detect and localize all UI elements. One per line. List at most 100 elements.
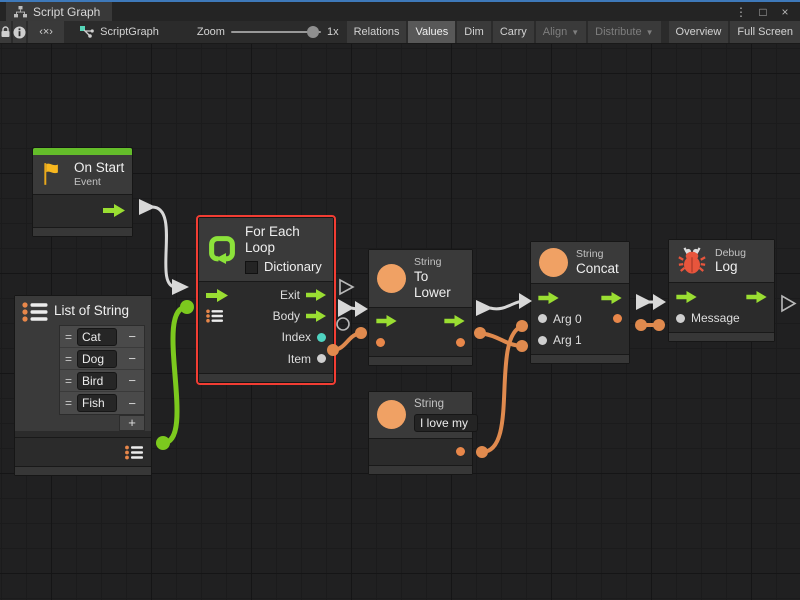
zoom-label: Zoom	[197, 26, 225, 38]
flow-input-port[interactable]	[538, 292, 559, 304]
string-type-icon	[377, 264, 406, 293]
tab-script-graph[interactable]: Script Graph	[6, 2, 112, 21]
list-input-port[interactable]	[206, 309, 224, 323]
string-output-port[interactable]	[456, 338, 465, 347]
window-focus-line	[0, 0, 800, 2]
list-item-input[interactable]	[77, 350, 117, 368]
distribute-dropdown[interactable]: Distribute▼	[588, 21, 660, 43]
drag-handle-icon[interactable]: =	[65, 374, 72, 388]
item-output-port[interactable]	[317, 354, 326, 363]
flow-output-port[interactable]	[103, 204, 125, 217]
port-label-item: Item	[288, 352, 311, 366]
chevron-down-icon: ▼	[571, 28, 579, 37]
arg1-input-port[interactable]	[538, 336, 547, 345]
unity-script-graph-window: Script Graph ⋮ □ × ‹×› ScriptGraph	[0, 0, 800, 600]
lock-button[interactable]	[0, 21, 11, 43]
list-editor: = − = − = − = −	[59, 325, 145, 415]
remove-item-button[interactable]: −	[125, 351, 139, 366]
node-debug-log[interactable]: Debug Log Message	[668, 239, 775, 342]
flow-input-port[interactable]	[376, 315, 397, 327]
tab-bar: Script Graph ⋮ □ ×	[0, 2, 800, 21]
drag-handle-icon[interactable]: =	[65, 352, 72, 366]
remove-item-button[interactable]: −	[125, 373, 139, 388]
remove-item-button[interactable]: −	[125, 329, 139, 344]
remove-item-button[interactable]: −	[125, 396, 139, 411]
node-title: Concat	[576, 261, 619, 277]
node-title: To Lower	[414, 269, 464, 301]
event-accent-bar	[33, 148, 132, 155]
code-icon: ‹×›	[39, 26, 53, 38]
graph-asset-icon	[80, 26, 94, 39]
list-item-row: = −	[60, 348, 144, 370]
arg0-input-port[interactable]	[538, 314, 547, 323]
zoom-slider[interactable]	[231, 21, 321, 43]
flow-input-port[interactable]	[206, 289, 228, 302]
node-subtitle: String	[414, 398, 478, 412]
node-for-each-loop[interactable]: For Each Loop Dictionary Exit	[198, 217, 334, 383]
list-item-input[interactable]	[77, 394, 117, 412]
node-string-literal[interactable]: String	[368, 391, 473, 475]
align-dropdown[interactable]: Align▼	[536, 21, 586, 43]
flow-output-port[interactable]	[601, 292, 622, 304]
string-input-port[interactable]	[376, 338, 385, 347]
node-footer	[33, 227, 132, 236]
list-item-input[interactable]	[77, 328, 117, 346]
list-item-row: = −	[60, 392, 144, 414]
tab-title: Script Graph	[33, 5, 100, 19]
fullscreen-button[interactable]: Full Screen	[730, 21, 800, 43]
node-to-lower[interactable]: String To Lower	[368, 249, 473, 366]
node-list-of-string[interactable]: List of String = − = − = −	[14, 295, 152, 476]
checkbox-label: Dictionary	[264, 259, 322, 275]
dictionary-checkbox[interactable]	[245, 261, 258, 274]
drag-handle-icon[interactable]: =	[65, 396, 72, 410]
port-label-message: Message	[691, 311, 740, 325]
node-title: On Start	[74, 160, 124, 176]
node-on-start[interactable]: On Start Event	[32, 147, 133, 237]
flow-output-port[interactable]	[444, 315, 465, 327]
list-item-row: = −	[60, 370, 144, 392]
inspect-button[interactable]	[13, 21, 26, 43]
node-subtitle: String	[414, 256, 464, 269]
node-title: For Each Loop	[245, 224, 325, 256]
code-view-button[interactable]: ‹×›	[28, 21, 64, 43]
string-output-port[interactable]	[456, 447, 465, 456]
node-footer	[15, 466, 151, 475]
node-title: List of String	[54, 303, 129, 318]
window-menu-icon[interactable]: ⋮	[732, 5, 750, 19]
flag-icon	[40, 161, 66, 187]
message-input-port[interactable]	[676, 314, 685, 323]
graph-name-label: ScriptGraph	[100, 26, 159, 38]
dim-button[interactable]: Dim	[457, 21, 491, 43]
port-label-body: Body	[273, 309, 300, 323]
flow-output-port[interactable]	[746, 291, 767, 303]
lock-icon	[0, 26, 11, 38]
node-concat[interactable]: String Concat Arg 0 A	[530, 241, 630, 364]
window-controls: ⋮ □ ×	[732, 2, 800, 21]
string-value-input[interactable]	[414, 414, 478, 432]
exit-flow-output-port[interactable]	[306, 289, 326, 301]
index-output-port[interactable]	[317, 333, 326, 342]
list-output-port[interactable]	[125, 445, 144, 460]
carry-button[interactable]: Carry	[493, 21, 534, 43]
flow-input-port[interactable]	[676, 291, 697, 303]
zoom-value: 1x	[327, 26, 339, 38]
body-flow-output-port[interactable]	[306, 310, 326, 322]
add-item-button[interactable]: +	[119, 415, 145, 431]
bug-icon	[677, 246, 707, 276]
overview-button[interactable]: Overview	[669, 21, 729, 43]
string-output-port[interactable]	[613, 314, 622, 323]
port-label-index: Index	[282, 330, 311, 344]
values-button[interactable]: Values	[408, 21, 455, 43]
maximize-icon[interactable]: □	[754, 5, 772, 19]
node-footer	[199, 373, 333, 382]
string-type-icon	[539, 248, 568, 277]
node-subtitle: Event	[74, 176, 124, 189]
close-icon[interactable]: ×	[776, 5, 794, 19]
relations-button[interactable]: Relations	[347, 21, 407, 43]
node-title: Log	[715, 259, 746, 275]
loop-icon	[207, 234, 237, 264]
list-item-input[interactable]	[77, 372, 117, 390]
zoom-slider-handle[interactable]	[307, 26, 319, 38]
drag-handle-icon[interactable]: =	[65, 330, 72, 344]
port-label-arg1: Arg 1	[553, 333, 582, 347]
